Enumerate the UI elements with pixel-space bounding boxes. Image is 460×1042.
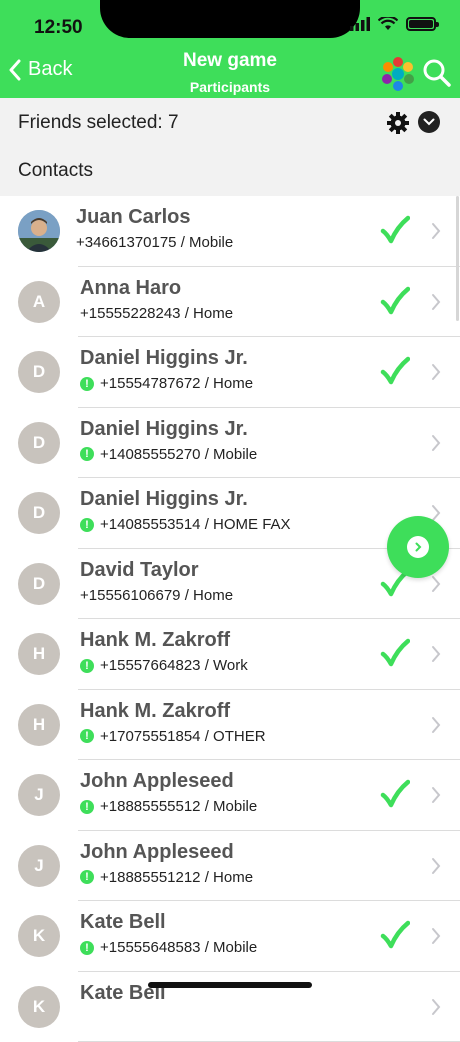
avatar: D [18, 351, 60, 393]
avatar: J [18, 845, 60, 887]
contact-detail: ! +14085553514 / HOME FAX [80, 516, 291, 533]
app-user-badge-icon: ! [80, 518, 94, 532]
checkmark-icon [380, 779, 410, 809]
chevron-right-icon [430, 645, 442, 663]
next-button[interactable] [387, 516, 449, 578]
avatar: K [18, 986, 60, 1028]
avatar [18, 210, 60, 252]
contacts-section-header: Contacts [0, 148, 460, 196]
gear-icon[interactable] [386, 111, 410, 135]
contact-phone: +34661370175 / Mobile [76, 234, 233, 251]
contact-row[interactable]: A Anna Haro +15555228243 / Home [0, 267, 460, 338]
friends-selected-count: Friends selected: 7 [18, 112, 179, 134]
contact-detail: ! +15557664823 / Work [80, 657, 248, 674]
contact-detail: ! +18885555512 / Mobile [80, 798, 257, 815]
app-user-badge-icon: ! [80, 870, 94, 884]
home-indicator [148, 982, 312, 988]
dropdown-button[interactable] [418, 111, 440, 133]
chevron-right-icon [430, 293, 442, 311]
contact-row[interactable]: D Daniel Higgins Jr.! +14085555270 / Mobil… [0, 408, 460, 479]
status-icons [350, 17, 436, 31]
contact-name: Juan Carlos [76, 206, 190, 229]
avatar: K [18, 915, 60, 957]
contact-phone: +18885551212 / Home [100, 869, 253, 886]
checkmark-icon [380, 638, 410, 668]
app-logo-icon[interactable] [380, 56, 416, 92]
chevron-right-icon [430, 434, 442, 452]
contact-phone: +18885555512 / Mobile [100, 798, 257, 815]
contact-name: Kate Bell [80, 911, 166, 934]
contact-name: David Taylor [80, 559, 199, 582]
contact-name: Daniel Higgins Jr. [80, 418, 248, 441]
app-user-badge-icon: ! [80, 729, 94, 743]
app-user-badge-icon: ! [80, 659, 94, 673]
app-user-badge-icon: ! [80, 941, 94, 955]
contact-name: Daniel Higgins Jr. [80, 488, 248, 511]
contact-detail: ! +18885551212 / Home [80, 869, 253, 886]
contact-list: Juan Carlos +34661370175 / Mobile A Anna Ha… [0, 196, 460, 1042]
contact-phone: +15557664823 / Work [100, 657, 248, 674]
chevron-right-icon [430, 786, 442, 804]
contact-phone: +15556106679 / Home [80, 587, 233, 604]
chevron-down-icon [423, 118, 435, 126]
contact-name: Hank M. Zakroff [80, 629, 230, 652]
contact-phone: +17075551854 / OTHER [100, 728, 266, 745]
contact-row[interactable]: H Hank M. Zakroff! +17075551854 / OTHER [0, 690, 460, 761]
contact-name: Hank M. Zakroff [80, 700, 230, 723]
avatar: D [18, 492, 60, 534]
battery-icon [406, 17, 436, 31]
contact-detail: +34661370175 / Mobile [76, 234, 233, 251]
contact-detail: +15555228243 / Home [80, 305, 233, 322]
contact-row[interactable]: Juan Carlos +34661370175 / Mobile [0, 196, 460, 267]
checkmark-icon [380, 215, 410, 245]
contact-detail: ! +15554787672 / Home [80, 375, 253, 392]
chevron-right-icon [430, 927, 442, 945]
wifi-icon [378, 17, 398, 31]
contact-name: Daniel Higgins Jr. [80, 347, 248, 370]
checkmark-icon [380, 356, 410, 386]
contact-detail: ! +17075551854 / OTHER [80, 728, 266, 745]
section-title: Contacts [18, 160, 93, 182]
app-user-badge-icon: ! [80, 447, 94, 461]
chevron-right-icon [430, 363, 442, 381]
avatar: D [18, 563, 60, 605]
signal-icon [350, 17, 370, 31]
contact-phone: +14085553514 / HOME FAX [100, 516, 291, 533]
chevron-right-icon [430, 716, 442, 734]
contact-phone: +14085555270 / Mobile [100, 446, 257, 463]
avatar: A [18, 281, 60, 323]
device-notch [100, 0, 360, 38]
avatar: D [18, 422, 60, 464]
contact-row[interactable]: J John Appleseed! +18885551212 / Home [0, 831, 460, 902]
contact-detail: ! +14085555270 / Mobile [80, 446, 257, 463]
checkmark-icon [380, 286, 410, 316]
chevron-right-icon [430, 222, 442, 240]
status-time: 12:50 [34, 17, 83, 39]
app-user-badge-icon: ! [80, 800, 94, 814]
navigation-header: 12:50 Back New game Participants [0, 0, 460, 98]
scrollbar[interactable] [456, 196, 459, 321]
contact-name: John Appleseed [80, 770, 234, 793]
contact-phone: +15555228243 / Home [80, 305, 233, 322]
contact-row[interactable]: J John Appleseed! +18885555512 / Mobile [0, 760, 460, 831]
chevron-right-icon [407, 536, 429, 558]
search-icon[interactable] [422, 58, 452, 88]
chevron-right-icon [430, 998, 442, 1016]
checkmark-icon [380, 920, 410, 950]
chevron-right-icon [430, 857, 442, 875]
contact-row[interactable]: K Kate Bell! +15555648583 / Mobile [0, 901, 460, 972]
contact-phone: +15555648583 / Mobile [100, 939, 257, 956]
avatar: H [18, 704, 60, 746]
contact-name: Anna Haro [80, 277, 181, 300]
contact-phone: +15554787672 / Home [100, 375, 253, 392]
contact-row[interactable]: H Hank M. Zakroff! +15557664823 / Work [0, 619, 460, 690]
contact-row[interactable]: D Daniel Higgins Jr.! +15554787672 / Home [0, 337, 460, 408]
avatar: H [18, 633, 60, 675]
chevron-right-icon [430, 575, 442, 593]
avatar: J [18, 774, 60, 816]
app-user-badge-icon: ! [80, 377, 94, 391]
contact-detail: +15556106679 / Home [80, 587, 233, 604]
contact-name: John Appleseed [80, 841, 234, 864]
contact-detail: ! +15555648583 / Mobile [80, 939, 257, 956]
